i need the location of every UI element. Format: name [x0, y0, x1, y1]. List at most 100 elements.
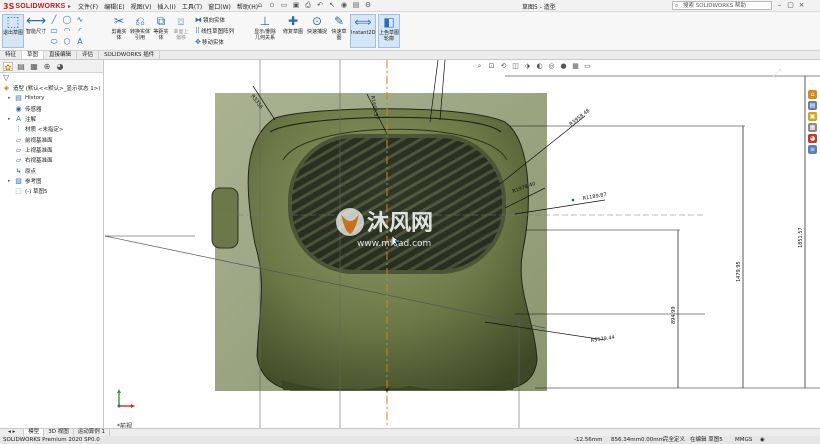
section-view-icon[interactable]: ◫ — [511, 62, 520, 71]
rapid-sketch-button[interactable]: ✎ 快速草图 — [330, 14, 348, 41]
menu-edit[interactable]: 编辑(E) — [104, 2, 124, 11]
file-explorer-icon[interactable]: ▣ — [808, 112, 817, 121]
line-icon[interactable]: ╱ — [48, 15, 60, 26]
polygon-icon[interactable]: ⬡ — [61, 37, 73, 48]
menu-file[interactable]: 文件(F) — [78, 2, 98, 11]
tree-item-annotations[interactable]: ▸ A 注解 — [2, 114, 103, 124]
undo-icon[interactable]: ↶ — [315, 1, 325, 10]
units-selector[interactable]: MMGS — [735, 436, 752, 444]
options-icon[interactable]: ⚙ — [363, 1, 373, 10]
tree-item-front-plane[interactable]: ▱ 前视基准面 — [2, 134, 103, 144]
menu-tools[interactable]: 工具(T) — [182, 2, 202, 11]
rectangle-icon[interactable]: ▭ — [48, 26, 60, 37]
zoom-area-icon[interactable]: ⊡ — [487, 62, 496, 71]
tab-model[interactable]: 模型 — [24, 429, 45, 436]
tree-item-history[interactable]: ▸ ▤ History — [2, 93, 103, 103]
dimension-height1[interactable]: 1479.95 — [736, 261, 742, 282]
feature-manager-tab-icon[interactable]: ✿ — [3, 62, 13, 72]
home-icon[interactable]: ⌂ — [255, 1, 265, 10]
select-icon[interactable]: ↖ — [327, 1, 337, 10]
view-settings-icon[interactable]: ▭ — [583, 62, 592, 71]
sketch-canvas[interactable]: R3356 R1660.37 R3958.48 R1978.40 R1189.8… — [105, 60, 820, 428]
close-icon[interactable]: × — [797, 1, 806, 9]
menu-view[interactable]: 视图(V) — [131, 2, 152, 11]
display-style-icon[interactable]: ◐ — [535, 62, 544, 71]
view-orientation-icon[interactable]: ⬗ — [523, 62, 532, 71]
offset-entities-button[interactable]: ⧉ 等距实体 — [152, 14, 170, 41]
app-logo[interactable]: 3S SOLIDWORKS — [3, 1, 66, 11]
quick-snaps-button[interactable]: ⊙ 快速捕捉 — [307, 14, 327, 35]
tree-item-right-plane[interactable]: ▱ 右视基准面 — [2, 155, 103, 165]
convert-entities-button[interactable]: ⎌ 转换实体引用 — [130, 14, 150, 41]
tree-item-reference-image[interactable]: ▸ ▧ 参考图 — [2, 176, 103, 186]
tab-features[interactable]: 特征 — [0, 51, 23, 59]
hide-show-icon[interactable]: ◎ — [547, 62, 556, 71]
save-icon[interactable]: ▣ — [291, 1, 301, 10]
restore-icon[interactable]: ▢ — [786, 1, 795, 9]
trim-entities-button[interactable]: ✂ 剪裁实体 — [110, 14, 128, 41]
minimize-icon[interactable]: – — [775, 1, 784, 9]
tab-nav-arrows[interactable]: ◂ ▸ — [0, 429, 25, 436]
rebuild-icon[interactable]: ◉ — [760, 436, 765, 444]
appearance-icon[interactable]: ● — [559, 62, 568, 71]
tree-item-sensors[interactable]: ◉ 传感器 — [2, 104, 103, 114]
surface-offset-button[interactable]: ⧈ 曲面上偏移 — [172, 14, 190, 41]
rebuild-icon[interactable]: ◉ — [339, 1, 349, 10]
file-props-icon[interactable]: ▤ — [351, 1, 361, 10]
menu-expand-icon[interactable]: ▸ — [68, 3, 71, 10]
tab-motion-study[interactable]: 运动算例 1 — [74, 429, 111, 436]
repair-sketch-button[interactable]: ✚ 修复草图 — [283, 14, 303, 35]
config-manager-tab-icon[interactable]: ▦ — [29, 62, 39, 71]
display-relations-button[interactable]: ⊥ 显示/删除几何关系 — [253, 14, 277, 41]
mirror-entities-button[interactable]: ⧓镜向实体 — [195, 15, 234, 26]
print-icon[interactable]: ⎙ — [303, 1, 313, 10]
filter-icon[interactable]: ▽ — [0, 73, 103, 83]
tab-3d-views[interactable]: 3D 视图 — [44, 429, 74, 436]
circle-icon[interactable]: ◯ — [61, 15, 73, 26]
graphics-area[interactable]: R3356 R1660.37 R3958.48 R1978.40 R1189.8… — [105, 60, 820, 428]
scene-icon[interactable]: ▦ — [571, 62, 580, 71]
dimension-height2[interactable]: 1851.57 — [798, 227, 804, 248]
arc-icon[interactable]: ◠ — [61, 26, 73, 37]
menu-insert[interactable]: 插入(I) — [157, 2, 175, 11]
material-icon: ⋮ — [15, 125, 22, 134]
zoom-fit-icon[interactable]: ⌕ — [475, 62, 484, 71]
tree-item-origin[interactable]: ↳ 原点 — [2, 165, 103, 175]
instant2d-button[interactable]: ⟺ Instant2D — [350, 14, 376, 48]
appearances-icon[interactable]: ◕ — [808, 134, 817, 143]
dimension-r5579[interactable]: R5579.44 — [590, 335, 615, 344]
spline-icon[interactable]: ∿ — [74, 15, 86, 26]
tab-addins[interactable]: SOLIDWORKS 插件 — [99, 51, 161, 59]
open-icon[interactable]: ▭ — [279, 1, 289, 10]
tab-sketch[interactable]: 草图 — [22, 51, 45, 59]
design-library-icon[interactable]: ▤ — [808, 101, 817, 110]
shaded-contours-button[interactable]: ◧ 上色草图轮廓 — [378, 14, 400, 48]
new-icon[interactable]: ▫ — [267, 1, 277, 10]
dimension-r3958[interactable]: R3958.48 — [569, 108, 592, 128]
move-entities-button[interactable]: ✥移动实体 — [195, 37, 234, 48]
resources-icon[interactable]: ⌂ — [808, 90, 817, 99]
dimxpert-tab-icon[interactable]: ⊕ — [42, 62, 52, 71]
menu-window[interactable]: 窗口(W) — [208, 2, 231, 11]
tree-item-material[interactable]: ⋮ 材质 <未指定> — [2, 124, 103, 134]
custom-properties-icon[interactable]: ≡ — [808, 145, 817, 154]
dimension-height3[interactable]: 894.99 — [671, 307, 677, 325]
fillet-icon[interactable]: ◜ — [74, 26, 86, 37]
exit-sketch-button[interactable]: ⬚ 退出草图 — [2, 14, 24, 48]
property-manager-tab-icon[interactable]: ▤ — [16, 62, 26, 71]
tree-root[interactable]: ◈ 造型 (默认<<默认>_显示状态 1>) — [2, 83, 103, 93]
help-search-input[interactable]: ⌕ 搜索 SOLIDWORKS 帮助 — [672, 1, 772, 10]
slot-icon[interactable]: ⬭ — [48, 37, 60, 48]
origin-point[interactable] — [385, 388, 389, 392]
smart-dimension-button[interactable]: ⟷ 智能尺寸 — [26, 14, 46, 35]
tree-item-top-plane[interactable]: ▱ 上视基准面 — [2, 145, 103, 155]
text-icon[interactable]: A — [74, 37, 86, 48]
tree-item-sketch5[interactable]: ⬚ (-) 草图5 — [2, 186, 103, 196]
linear-pattern-button[interactable]: ⠿线性草图阵列 — [195, 26, 234, 37]
confirmation-corner-icon[interactable]: ⤢ — [772, 66, 794, 80]
tab-direct-editing[interactable]: 直接编辑 — [44, 51, 78, 59]
tab-evaluate[interactable]: 评估 — [77, 51, 100, 59]
view-palette-icon[interactable]: ▦ — [808, 123, 817, 132]
display-manager-tab-icon[interactable]: ◕ — [55, 62, 65, 71]
previous-view-icon[interactable]: ⟲ — [499, 62, 508, 71]
